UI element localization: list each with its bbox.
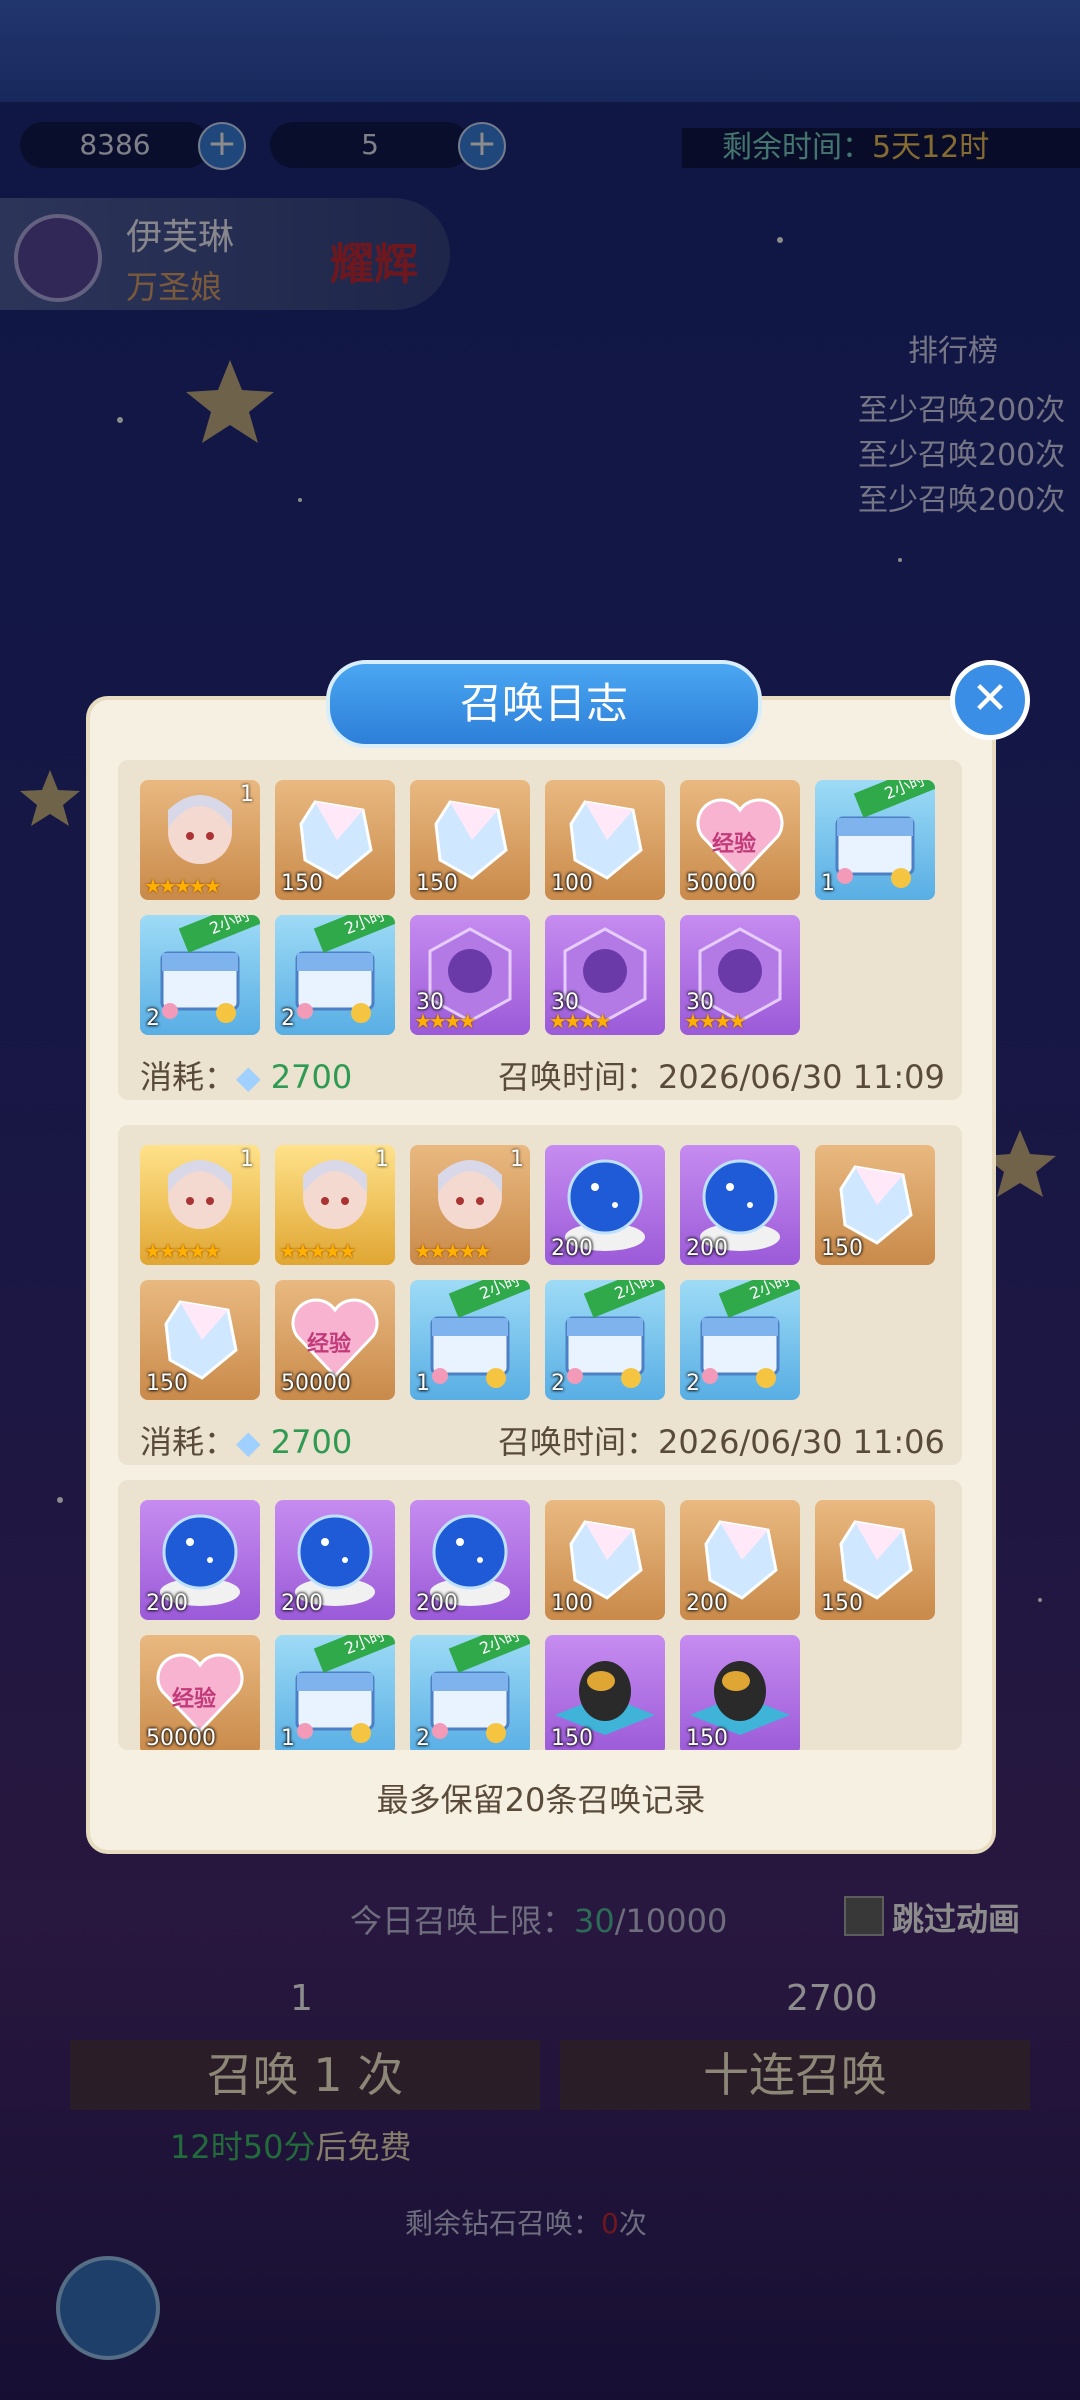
cost-value: 2700 xyxy=(270,1058,353,1096)
hero-item[interactable]: 1 ★★★★★ xyxy=(410,1145,530,1265)
time-value: 2026/06/30 11:09 xyxy=(658,1058,945,1096)
chest-item[interactable]: 2小时 2 xyxy=(545,1280,665,1400)
crystal-item[interactable]: 150 xyxy=(140,1280,260,1400)
star-rating: ★★★★★ xyxy=(144,874,222,898)
item-quantity: 150 xyxy=(551,1726,593,1750)
hero-item[interactable]: 1 ★★★★★ xyxy=(140,1145,260,1265)
chest-item[interactable]: 2小时 1 xyxy=(815,780,935,900)
crystal-item[interactable]: 100 xyxy=(545,1500,665,1620)
cost-row: 消耗：◆ 2700 xyxy=(140,1417,352,1463)
crystal-item[interactable]: 150 xyxy=(410,780,530,900)
time-value: 2026/06/30 11:06 xyxy=(658,1423,945,1461)
shard-item[interactable]: 30 ★★★★ xyxy=(680,915,800,1035)
item-quantity: 2 xyxy=(551,1371,565,1396)
orb-item[interactable]: 200 xyxy=(545,1145,665,1265)
orb-item[interactable]: 200 xyxy=(275,1500,395,1620)
crystal-item[interactable]: 150 xyxy=(275,780,395,900)
time-label: 召唤时间： xyxy=(498,1423,659,1461)
exp-label: 经验 xyxy=(172,1687,217,1712)
crystal-item[interactable]: 100 xyxy=(545,780,665,900)
close-button[interactable]: ✕ xyxy=(950,660,1030,740)
item-quantity: 150 xyxy=(416,871,458,896)
cost-label: 消耗： xyxy=(140,1058,237,1096)
shard-item[interactable]: 30 ★★★★ xyxy=(410,915,530,1035)
item-quantity: 1 xyxy=(281,1726,295,1750)
item-quantity: 100 xyxy=(551,1591,593,1616)
diamond-icon: ◆ xyxy=(236,1423,261,1461)
summon-record: 1 ★★★★★ 1 ★★★★★ 1 ★★★★★ 200 200 150 150 经验 50000 2小时… xyxy=(118,1125,962,1465)
item-quantity: 150 xyxy=(146,1371,188,1396)
shard-item[interactable]: 30 ★★★★ xyxy=(545,915,665,1035)
item-quantity: 150 xyxy=(281,871,323,896)
item-quantity: 150 xyxy=(821,1236,863,1261)
item-quantity: 2 xyxy=(416,1726,430,1750)
level-badge: 1 xyxy=(240,1147,254,1172)
item-quantity: 150 xyxy=(821,1591,863,1616)
star-rating: ★★★★★ xyxy=(279,1239,357,1263)
crystal-item[interactable]: 200 xyxy=(680,1500,800,1620)
summon-record: 200 200 200 100 200 150 经验 50000 2小时 1 2小时 2 150 150 xyxy=(118,1480,962,1750)
dialog-title: 召唤日志 xyxy=(326,660,762,748)
level-badge: 1 xyxy=(375,1147,389,1172)
chest-item[interactable]: 2小时 2 xyxy=(140,915,260,1035)
star-rating: ★★★★ xyxy=(549,1009,612,1033)
chest-item[interactable]: 2小时 2 xyxy=(410,1635,530,1750)
item-quantity: 50000 xyxy=(686,871,756,896)
item-quantity: 200 xyxy=(416,1591,458,1616)
chest-item[interactable]: 2小时 1 xyxy=(410,1280,530,1400)
chest-item[interactable]: 2小时 2 xyxy=(680,1280,800,1400)
egg-item[interactable]: 150 xyxy=(680,1635,800,1750)
star-rating: ★★★★ xyxy=(414,1009,477,1033)
item-quantity: 2 xyxy=(281,1006,295,1031)
exp-heart-item[interactable]: 经验 50000 xyxy=(140,1635,260,1750)
exp-heart-item[interactable]: 经验 50000 xyxy=(275,1280,395,1400)
item-quantity: 150 xyxy=(686,1726,728,1750)
item-quantity: 2 xyxy=(686,1371,700,1396)
hero-item[interactable]: 1 ★★★★★ xyxy=(140,780,260,900)
star-rating: ★★★★★ xyxy=(414,1239,492,1263)
item-quantity: 200 xyxy=(686,1236,728,1261)
crystal-item[interactable]: 150 xyxy=(815,1500,935,1620)
diamond-icon: ◆ xyxy=(236,1058,261,1096)
cost-value: 2700 xyxy=(270,1423,353,1461)
star-rating: ★★★★ xyxy=(684,1009,747,1033)
hero-item[interactable]: 1 ★★★★★ xyxy=(275,1145,395,1265)
item-quantity: 100 xyxy=(551,871,593,896)
summon-record: 1 ★★★★★ 150 150 100 经验 50000 2小时 1 2小时 2 2小时 2 30 ★★★★… xyxy=(118,760,962,1100)
cost-row: 消耗：◆ 2700 xyxy=(140,1052,352,1098)
crystal-item[interactable]: 150 xyxy=(815,1145,935,1265)
item-quantity: 2 xyxy=(146,1006,160,1031)
exp-label: 经验 xyxy=(307,1332,352,1357)
level-badge: 1 xyxy=(510,1147,524,1172)
level-badge: 1 xyxy=(240,782,254,807)
item-quantity: 200 xyxy=(281,1591,323,1616)
item-quantity: 1 xyxy=(821,871,835,896)
orb-item[interactable]: 200 xyxy=(680,1145,800,1265)
orb-item[interactable]: 200 xyxy=(410,1500,530,1620)
item-quantity: 200 xyxy=(146,1591,188,1616)
star-rating: ★★★★★ xyxy=(144,1239,222,1263)
chest-item[interactable]: 2小时 1 xyxy=(275,1635,395,1750)
time-label: 召唤时间： xyxy=(498,1058,659,1096)
chest-item[interactable]: 2小时 2 xyxy=(275,915,395,1035)
item-quantity: 200 xyxy=(551,1236,593,1261)
retention-note: 最多保留20条召唤记录 xyxy=(376,1781,706,1819)
item-quantity: 50000 xyxy=(281,1371,351,1396)
summon-time: 召唤时间：2026/06/30 11:09 xyxy=(498,1052,945,1098)
summon-time: 召唤时间：2026/06/30 11:06 xyxy=(498,1417,945,1463)
item-quantity: 1 xyxy=(416,1371,430,1396)
exp-heart-item[interactable]: 经验 50000 xyxy=(680,780,800,900)
cost-label: 消耗： xyxy=(140,1423,237,1461)
exp-label: 经验 xyxy=(712,832,757,857)
item-quantity: 200 xyxy=(686,1591,728,1616)
orb-item[interactable]: 200 xyxy=(140,1500,260,1620)
egg-item[interactable]: 150 xyxy=(545,1635,665,1750)
item-quantity: 50000 xyxy=(146,1726,216,1750)
